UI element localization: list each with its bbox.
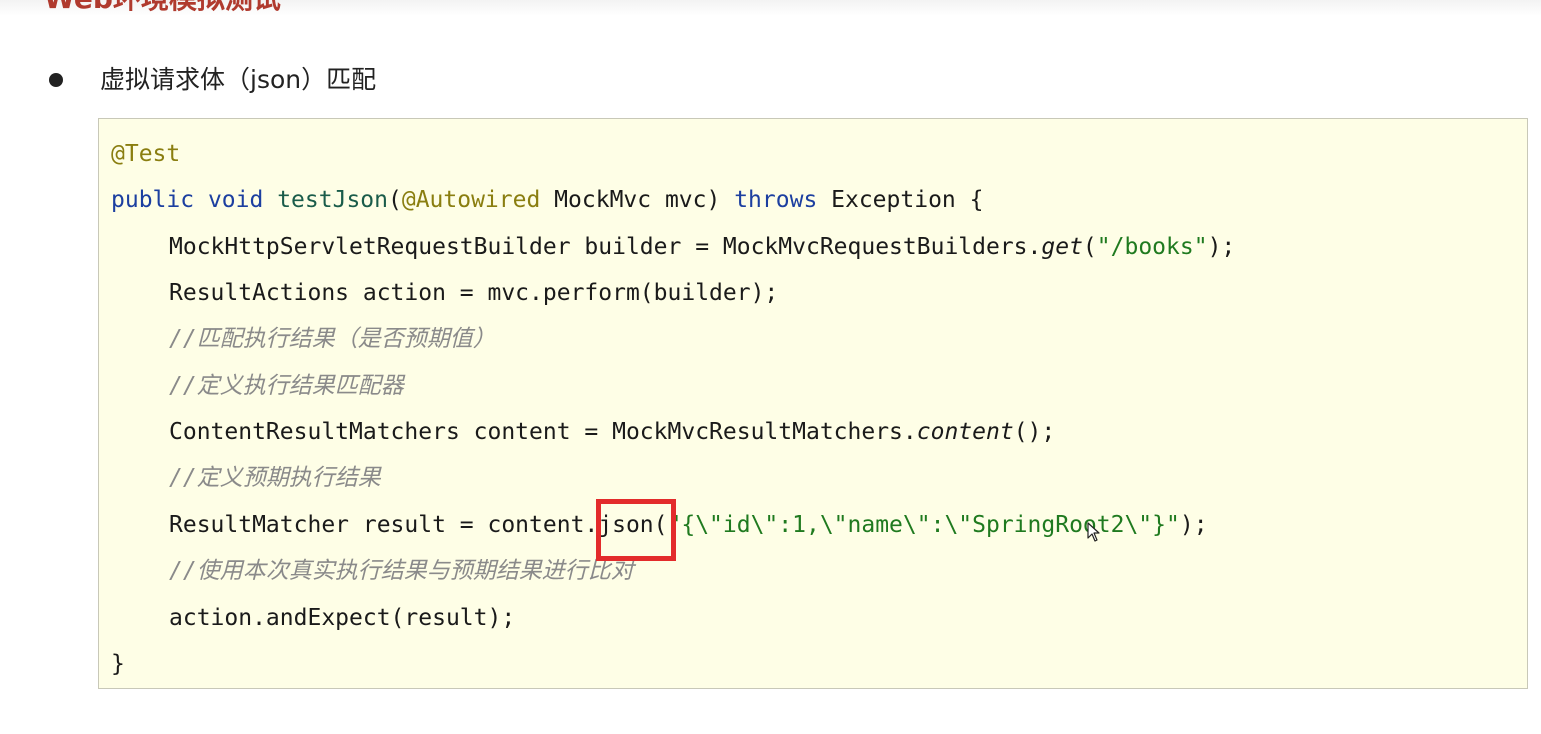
closing-brace: } — [111, 651, 125, 677]
code-line-7: ContentResultMatchers content = MockMvcR… — [169, 414, 1055, 450]
json-highlight-box — [596, 499, 676, 561]
page-heading: Web环境模拟测试 — [44, 0, 281, 14]
code-line-10: //使用本次真实执行结果与预期结果进行比对 — [169, 553, 634, 589]
code-text: ResultMatcher result = content.json( — [169, 512, 668, 538]
code-text: action.andExpect(result); — [169, 605, 516, 631]
code-block: @Test public void testJson(@Autowired Mo… — [98, 118, 1528, 689]
code-line-9: ResultMatcher result = content.json("{\"… — [169, 507, 1208, 543]
code-comment: //匹配执行结果（是否预期值） — [169, 326, 496, 352]
code-line-6: //定义执行结果匹配器 — [169, 368, 404, 404]
code-line-5: //匹配执行结果（是否预期值） — [169, 321, 496, 357]
string-json-expected: "{\"id\":1,\"name\":\"SpringRoot2\"}" — [667, 512, 1180, 538]
code-text: ); — [1207, 234, 1236, 260]
bullet-text: 虚拟请求体（json）匹配 — [100, 65, 377, 94]
code-line-11: action.andExpect(result); — [169, 600, 515, 636]
mouse-cursor-icon — [1087, 522, 1100, 542]
annotation-autowired: @Autowired — [401, 187, 541, 213]
code-comment: //使用本次真实执行结果与预期结果进行比对 — [169, 558, 634, 584]
code-line-12: } — [111, 646, 125, 682]
code-line-8: //定义预期执行结果 — [169, 460, 381, 496]
string-books: "/books" — [1096, 234, 1208, 260]
bullet-icon — [49, 73, 63, 87]
method-get: get — [1041, 234, 1083, 260]
code-text: ); — [1179, 512, 1208, 538]
code-comment: //定义执行结果匹配器 — [169, 373, 404, 399]
code-text: (); — [1013, 419, 1056, 445]
code-text: ContentResultMatchers content = MockMvcR… — [169, 419, 917, 445]
method-name: testJson — [277, 187, 388, 213]
method-params: MockMvc mvc) — [540, 187, 735, 213]
annotation-test: @Test — [111, 141, 181, 167]
keyword-void: void — [207, 187, 264, 213]
method-signature-rest: Exception { — [817, 187, 984, 213]
code-line-4: ResultActions action = mvc.perform(build… — [169, 275, 778, 311]
code-line-2: public void testJson(@Autowired MockMvc … — [111, 187, 984, 213]
method-content: content — [916, 419, 1014, 445]
code-line-1: @Test — [111, 136, 180, 172]
code-line-3: MockHttpServletRequestBuilder builder = … — [169, 234, 1236, 260]
keyword-throws: throws — [734, 187, 818, 213]
code-comment: //定义预期执行结果 — [169, 465, 381, 491]
code-text: ResultActions action = mvc.perform(build… — [169, 280, 779, 306]
keyword-public: public — [111, 187, 195, 213]
code-text: MockHttpServletRequestBuilder builder = … — [169, 234, 1042, 260]
